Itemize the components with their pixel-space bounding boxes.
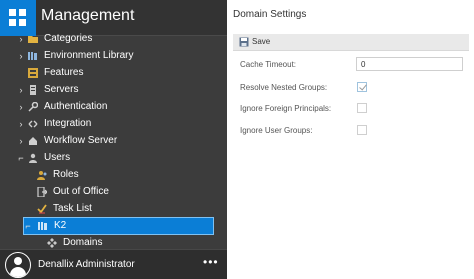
user-footer: Denallix Administrator ••• bbox=[0, 249, 227, 279]
ignore-user-groups-label: Ignore User Groups: bbox=[240, 126, 313, 135]
sidebar-item-out-of-office[interactable]: Out of Office bbox=[0, 184, 227, 201]
resolve-nested-groups-label: Resolve Nested Groups: bbox=[240, 83, 328, 92]
sidebar-item-label: Roles bbox=[53, 169, 79, 180]
sidebar-item-environment-library[interactable]: › Environment Library bbox=[0, 48, 227, 65]
sidebar-item-label: Users bbox=[44, 152, 71, 163]
page-title: Domain Settings bbox=[233, 9, 307, 20]
user-name: Denallix Administrator bbox=[38, 259, 135, 270]
sidebar-item-label: Out of Office bbox=[53, 186, 109, 197]
chevron-placeholder bbox=[17, 68, 25, 78]
sidebar-item-roles[interactable]: Roles bbox=[0, 167, 227, 184]
sidebar-item-workflow-server[interactable]: › Workflow Server bbox=[0, 133, 227, 150]
navigation-tree: › Categories › Environment Library Featu… bbox=[0, 31, 227, 252]
sidebar-item-label: Domains bbox=[63, 237, 103, 248]
sidebar-item-label: Workflow Server bbox=[44, 135, 118, 146]
sidebar-item-label: Authentication bbox=[44, 101, 108, 112]
sidebar-item-servers[interactable]: › Servers bbox=[0, 82, 227, 99]
selection-highlight bbox=[23, 217, 214, 235]
sidebar-item-features[interactable]: Features bbox=[0, 65, 227, 82]
folder-icon bbox=[28, 36, 38, 43]
sidebar-item-users[interactable]: ⌐ Users bbox=[0, 150, 227, 167]
chevron-right-icon[interactable]: › bbox=[17, 136, 25, 146]
sidebar-item-task-list[interactable]: Task List bbox=[0, 201, 227, 218]
users-icon bbox=[29, 153, 37, 163]
ignore-foreign-principals-checkbox[interactable] bbox=[357, 103, 367, 113]
cache-timeout-label: Cache Timeout: bbox=[240, 60, 297, 69]
cache-timeout-input[interactable] bbox=[356, 57, 463, 71]
save-label: Save bbox=[252, 37, 271, 46]
sidebar-item-categories[interactable]: › Categories bbox=[0, 31, 227, 48]
roles-icon bbox=[37, 171, 47, 180]
chevron-right-icon[interactable]: › bbox=[17, 102, 25, 112]
save-button[interactable]: Save bbox=[233, 34, 293, 51]
sidebar-title: Management bbox=[41, 7, 135, 24]
chevron-expanded-icon[interactable]: ⌐ bbox=[17, 153, 25, 163]
domains-icon bbox=[47, 238, 57, 248]
chevron-right-icon[interactable]: › bbox=[17, 85, 25, 95]
workflow-icon bbox=[29, 137, 37, 145]
features-icon bbox=[28, 68, 38, 78]
out-of-office-icon bbox=[37, 187, 47, 197]
chevron-expanded-icon[interactable]: ⌐ bbox=[24, 221, 32, 231]
chevron-right-icon[interactable]: › bbox=[17, 34, 25, 44]
ignore-foreign-principals-label: Ignore Foreign Principals: bbox=[240, 104, 332, 113]
sidebar-item-label: Servers bbox=[44, 84, 79, 95]
sidebar-item-integration[interactable]: › Integration bbox=[0, 116, 227, 133]
ignore-user-groups-checkbox[interactable] bbox=[357, 125, 367, 135]
key-icon bbox=[28, 102, 38, 112]
server-icon bbox=[30, 85, 36, 95]
avatar[interactable] bbox=[5, 252, 31, 278]
main-panel: Domain Settings Save Cache Timeout: Reso… bbox=[227, 0, 474, 279]
resolve-nested-groups-checkbox[interactable] bbox=[357, 82, 367, 92]
sidebar-item-label: Environment Library bbox=[44, 50, 134, 61]
sidebar: Management › Categories › Environment Li… bbox=[0, 0, 227, 279]
integration-icon bbox=[28, 120, 38, 128]
save-icon bbox=[239, 37, 249, 47]
sidebar-item-label: K2 bbox=[54, 220, 67, 231]
more-options-icon[interactable]: ••• bbox=[203, 255, 219, 269]
toolbar: Save bbox=[233, 34, 469, 51]
k2-icon bbox=[38, 222, 47, 230]
sidebar-item-label: Task List bbox=[53, 203, 92, 214]
chevron-right-icon[interactable]: › bbox=[17, 119, 25, 129]
library-icon bbox=[28, 52, 37, 60]
sidebar-item-label: Categories bbox=[44, 33, 93, 44]
sidebar-item-k2[interactable]: ⌐ K2 bbox=[0, 217, 227, 235]
sidebar-item-label: Integration bbox=[44, 118, 92, 129]
sidebar-item-label: Features bbox=[44, 67, 84, 78]
task-list-icon bbox=[37, 204, 47, 214]
chevron-right-icon[interactable]: › bbox=[17, 51, 25, 61]
sidebar-item-authentication[interactable]: › Authentication bbox=[0, 99, 227, 116]
